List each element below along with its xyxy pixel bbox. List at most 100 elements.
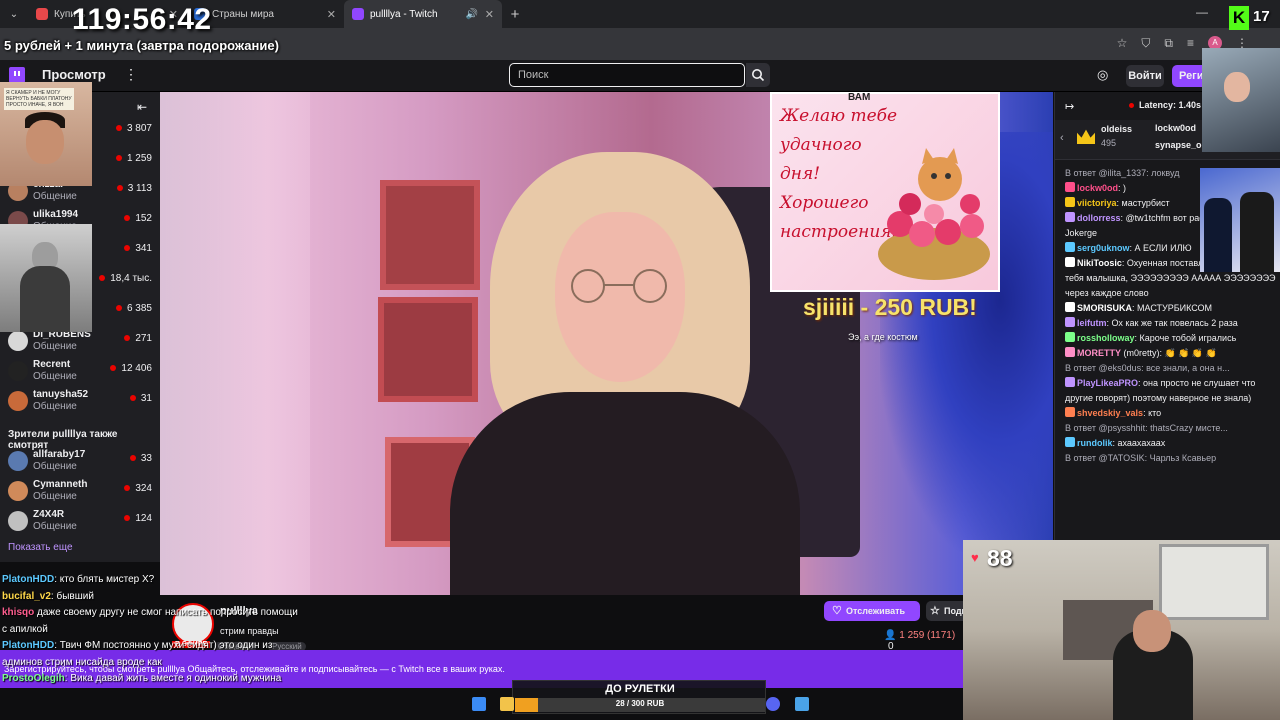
chat-username[interactable]: rossholloway <box>1077 333 1135 343</box>
chevron-left-icon[interactable]: ‹ <box>1060 132 1064 144</box>
crown-icon[interactable]: ◎ <box>1097 67 1108 83</box>
puzzle-icon[interactable]: ⧉ <box>1164 36 1173 51</box>
chat-username[interactable]: SMORISUKA <box>1077 303 1132 313</box>
channel-avatar <box>8 481 28 501</box>
twitch-logo-icon[interactable] <box>9 67 25 83</box>
chat-text: : А ЕСЛИ ИЛЮ <box>1129 243 1192 253</box>
twitch-top-nav: Просмотр ⋮ Поиск ◎ Войти Регистрация <box>0 60 1280 92</box>
chat-username[interactable]: NikiToosic <box>1077 258 1122 268</box>
sidebar-channel[interactable]: Z4X4R Общение 124 <box>0 506 160 536</box>
collapse-chat-icon[interactable]: ↦ <box>1065 100 1074 113</box>
leader-name[interactable]: synapse_o <box>1155 140 1202 150</box>
webcam-mid-left <box>0 224 92 332</box>
channel-category: Общение <box>33 521 77 532</box>
speaker-icon[interactable]: 🔊 <box>466 9 478 20</box>
reply-context[interactable]: В ответ @psysshhit: thatsCrazy мисте... <box>1065 423 1228 433</box>
overlay-chat-text: : бывший <box>50 590 94 602</box>
overlay-chat-text: : Вика давай жить вместе я одинокий мужч… <box>64 673 282 684</box>
windows-start-icon[interactable] <box>472 697 486 711</box>
leader-name[interactable]: oldeiss <box>1101 124 1132 134</box>
donation-amount: sjiiiii - 250 RUB! <box>803 294 977 320</box>
browser-tab-3[interactable]: pullllya - Twitch 🔊 ✕ <box>344 0 502 28</box>
chat-username[interactable]: dollorress <box>1077 213 1121 223</box>
chat-badge-icon <box>1065 182 1075 192</box>
sidebar-channel[interactable]: tanuysha52 Общение 31 <box>0 386 160 416</box>
wall-frame <box>378 297 478 402</box>
roulette-goal: ДО РУЛЕТКИ 28 / 300 RUB <box>512 680 766 714</box>
overlay-chat-user: ProstoOlegih <box>2 673 65 684</box>
chat-username[interactable]: lockw0od <box>1077 183 1118 193</box>
search-button[interactable] <box>746 63 770 87</box>
notepad-icon[interactable] <box>795 697 809 711</box>
reply-context[interactable]: В ответ @eks0dus: все знали, а она н... <box>1065 363 1230 373</box>
chat-username[interactable]: serg0uknow <box>1077 243 1130 253</box>
collapse-sidebar-icon[interactable]: ⇤ <box>137 100 147 114</box>
chat-badge-icon <box>1065 317 1075 327</box>
kick-logo-icon: K <box>1229 6 1249 30</box>
extension-icon[interactable]: ⛉ <box>1141 36 1150 51</box>
chat-message: leifutm: Ох как же так повелась 2 раза <box>1065 316 1277 331</box>
channel-category: Общение <box>33 461 77 472</box>
channel-name: ulika1994 <box>33 209 79 220</box>
discord-icon[interactable] <box>766 697 780 711</box>
playlist-icon[interactable]: ≡ <box>1187 36 1194 51</box>
chat-text: : мастурбист <box>1116 198 1170 208</box>
show-more-link[interactable]: Показать еще <box>8 542 73 553</box>
overlay-chat-user: bucifal_v2 <box>2 590 51 602</box>
chat-username[interactable]: MORETTY <box>1077 348 1121 358</box>
overlay-chat-text: даже своему другу не смог написать попро… <box>2 607 298 635</box>
chat-message: SMORISUKA: МАСТУРБИКСОМ <box>1065 301 1277 316</box>
chat-badge-icon <box>1065 302 1075 312</box>
overlay-chat-text: : кто блять мистер Х? <box>54 574 155 585</box>
minimize-icon[interactable]: — <box>1196 5 1208 19</box>
close-icon[interactable]: ✕ <box>485 8 494 21</box>
more-icon[interactable]: ⋮ <box>124 66 138 83</box>
chat-badge-icon <box>1065 212 1075 222</box>
channel-avatar <box>8 451 28 471</box>
sidebar-channel[interactable]: Recrent Общение 12 406 <box>0 356 160 386</box>
chat-username[interactable]: PlayLikeaPRO <box>1077 378 1138 388</box>
chat-text: : МАСТУРБИКСОМ <box>1132 303 1213 313</box>
channel-viewers: 124 <box>124 513 152 524</box>
overlay-chat-line: khisqo даже своему другу не смог написат… <box>2 605 302 638</box>
tab-search-button[interactable]: ⌄ <box>0 9 28 20</box>
chat-message: PlayLikeaPRO: она просто не слушает что … <box>1065 376 1277 406</box>
chat-username[interactable]: viictoriya <box>1077 198 1117 208</box>
sidebar-channel[interactable]: Cymanneth Общение 324 <box>0 476 160 506</box>
channel-viewers: 324 <box>124 483 152 494</box>
cam-head <box>1133 610 1171 652</box>
video-player[interactable]: ВАМ Желаю тебе удачного дня! Хорошего на… <box>160 92 1053 595</box>
webcam-bottom-right: ♥ 88 <box>963 540 1280 720</box>
close-icon[interactable]: ✕ <box>327 8 336 21</box>
chat-message: rundolik: ахаахахаах <box>1065 436 1277 451</box>
star-icon[interactable]: ☆ <box>1117 36 1128 51</box>
overlay-chat-line: PlatonHDD: Твич ФМ постоянно у мухи сидя… <box>2 638 302 671</box>
leader-name[interactable]: lockw0od <box>1155 123 1196 133</box>
chat-username[interactable]: shvedskiy_vals <box>1077 408 1143 418</box>
crown-icon <box>1077 129 1095 144</box>
card-line: Желаю тебе <box>780 106 898 126</box>
reply-context[interactable]: В ответ @TATOSIK: Чарльз Ксавьер <box>1065 453 1216 463</box>
glasses-icon <box>571 269 667 303</box>
wall-frame <box>380 180 480 290</box>
chat-username[interactable]: leifutm <box>1077 318 1107 328</box>
reply-context[interactable]: В ответ @ilita_1337: локвуд <box>1065 168 1179 178</box>
chat-badge-icon <box>1065 332 1075 342</box>
folder-icon[interactable] <box>500 697 514 711</box>
sidebar-channel[interactable]: allfaraby17 Общение 33 <box>0 446 160 476</box>
channel-viewers: 152 <box>124 213 152 224</box>
chat-username[interactable]: rundolik <box>1077 438 1113 448</box>
tab-title: pullllya - Twitch <box>370 8 438 20</box>
follow-button[interactable]: Отслеживать <box>824 601 920 621</box>
chat-message: rossholloway: Кароче тобой игрались <box>1065 331 1277 346</box>
subathon-timer: 119:56:42 <box>72 3 212 36</box>
overlay-chat-line: ProstoOlegih: Вика давай жить вместе я о… <box>2 671 302 688</box>
search-input[interactable]: Поиск <box>509 63 745 87</box>
tab-title: Страны мира <box>212 8 274 20</box>
viewer-count: 👤 1 259 (1171) 0 <box>884 630 965 652</box>
new-tab-button[interactable]: + <box>502 6 528 23</box>
login-button[interactable]: Войти <box>1126 65 1164 87</box>
browse-link[interactable]: Просмотр <box>42 67 106 82</box>
chat-message: MORETTY (m0retty): 👏 👏 👏 👏 <box>1065 346 1277 361</box>
cam-person <box>1204 198 1232 272</box>
